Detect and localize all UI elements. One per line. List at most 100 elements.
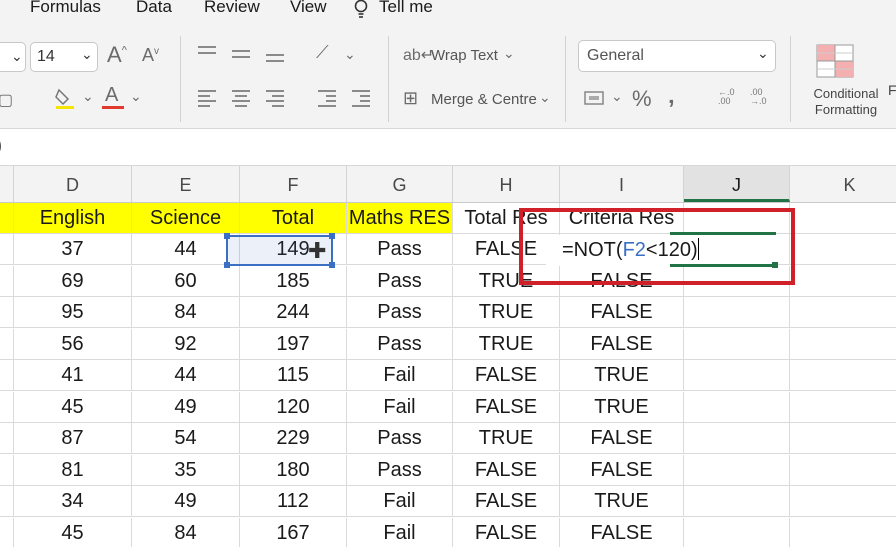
cell-j[interactable]: [684, 297, 790, 328]
currency-format-icon[interactable]: [583, 88, 607, 110]
cell-partial[interactable]: [0, 297, 14, 328]
align-center-icon[interactable]: [232, 90, 250, 107]
cell-g[interactable]: Pass: [347, 328, 453, 360]
cell-g[interactable]: Fail: [347, 360, 453, 391]
cell-k[interactable]: [790, 234, 896, 265]
menu-review[interactable]: Review: [204, 0, 260, 17]
align-left-icon[interactable]: [198, 90, 216, 107]
align-middle-icon[interactable]: [232, 50, 250, 64]
cell-i[interactable]: TRUE: [560, 360, 684, 391]
cell-e[interactable]: 49: [132, 391, 240, 423]
cell-j[interactable]: [684, 454, 790, 486]
cell-g[interactable]: Pass: [347, 297, 453, 328]
cell-h[interactable]: FALSE: [453, 517, 560, 547]
font-name-dropdown[interactable]: ⌄: [0, 42, 26, 72]
cell-k[interactable]: [790, 518, 896, 547]
font-size-dropdown[interactable]: 14 ⌄: [30, 42, 98, 72]
increase-indent-icon[interactable]: [352, 90, 370, 107]
cell-e[interactable]: 35: [132, 454, 240, 486]
cell-g[interactable]: Fail: [347, 517, 453, 547]
column-header-partial[interactable]: [0, 166, 14, 202]
cell-e[interactable]: 60: [132, 265, 240, 297]
cell-i[interactable]: FALSE: [560, 423, 684, 454]
merge-centre-button[interactable]: ⊞ Merge & Centre ⌄: [403, 88, 563, 114]
cell-g[interactable]: Pass: [347, 265, 453, 297]
column-header-h[interactable]: H: [453, 166, 560, 202]
cell-f[interactable]: 244: [240, 297, 347, 328]
increase-decimal-icon[interactable]: ←.0.00: [718, 88, 735, 106]
cell-f[interactable]: 180: [240, 454, 347, 486]
menu-view[interactable]: View: [290, 0, 327, 17]
cell-j[interactable]: [684, 391, 790, 423]
cell-f[interactable]: 112: [240, 486, 347, 517]
cell-k[interactable]: [790, 486, 896, 517]
cell-partial[interactable]: [0, 423, 14, 454]
cell-f[interactable]: 229: [240, 423, 347, 454]
chevron-down-icon[interactable]: ⌄: [344, 46, 356, 63]
align-top-icon[interactable]: [198, 46, 216, 60]
header-cell[interactable]: [790, 203, 896, 234]
cell-e[interactable]: 49: [132, 486, 240, 517]
cell-d[interactable]: 87: [14, 423, 132, 454]
cell-j[interactable]: [684, 328, 790, 360]
percent-style-icon[interactable]: %: [632, 86, 652, 112]
cell-d[interactable]: 45: [14, 517, 132, 547]
cell-d[interactable]: 45: [14, 391, 132, 423]
comma-style-icon[interactable]: ‚: [668, 82, 675, 110]
menu-formulas[interactable]: Formulas: [30, 0, 101, 17]
column-header-f[interactable]: F: [240, 166, 347, 202]
conditional-formatting-button[interactable]: Conditional Formatting: [800, 42, 890, 122]
cell-e[interactable]: 54: [132, 423, 240, 454]
cell-i[interactable]: FALSE: [560, 454, 684, 486]
cell-h[interactable]: TRUE: [453, 328, 560, 360]
fill-color-icon[interactable]: [54, 86, 76, 110]
cell-g[interactable]: Pass: [347, 234, 453, 265]
cell-e[interactable]: 84: [132, 297, 240, 328]
cell-h[interactable]: FALSE: [453, 360, 560, 391]
cell-g[interactable]: Fail: [347, 391, 453, 423]
lightbulb-icon[interactable]: [350, 0, 372, 20]
align-bottom-icon[interactable]: [266, 54, 284, 68]
cell-j[interactable]: [684, 486, 790, 517]
cell-partial[interactable]: [0, 391, 14, 423]
cell-partial[interactable]: [0, 234, 14, 265]
cell-h[interactable]: FALSE: [453, 391, 560, 423]
column-header-i[interactable]: I: [560, 166, 684, 202]
cell-e[interactable]: 44: [132, 360, 240, 391]
cell-partial[interactable]: [0, 517, 14, 547]
cell-partial[interactable]: [0, 486, 14, 517]
decrease-decimal-icon[interactable]: .00 →.0: [750, 88, 767, 106]
cell-g[interactable]: Pass: [347, 423, 453, 454]
header-cell[interactable]: English: [14, 203, 132, 234]
cell-d[interactable]: 69: [14, 265, 132, 297]
header-cell[interactable]: Total: [240, 203, 347, 234]
increase-font-size-icon[interactable]: A^: [107, 42, 127, 68]
cell-d[interactable]: 81: [14, 454, 132, 486]
spreadsheet-grid[interactable]: DEFGHIJK English Science Total Maths RES Tot…: [0, 166, 896, 547]
cell-i[interactable]: TRUE: [560, 486, 684, 517]
cell-d[interactable]: 56: [14, 328, 132, 360]
cell-f[interactable]: 115: [240, 360, 347, 391]
formula-bar[interactable]: ): [0, 129, 896, 166]
cell-d[interactable]: 37: [14, 234, 132, 265]
decrease-indent-icon[interactable]: [318, 90, 336, 107]
format-as-table-stub[interactable]: F: [888, 82, 896, 98]
cell-k[interactable]: [790, 455, 896, 486]
number-format-dropdown[interactable]: General ⌄: [578, 40, 776, 72]
cell-i[interactable]: FALSE: [560, 517, 684, 547]
cell-j[interactable]: [684, 517, 790, 547]
cell-k[interactable]: [790, 329, 896, 360]
cell-k[interactable]: [790, 297, 896, 328]
column-header-d[interactable]: D: [14, 166, 132, 202]
cell-e[interactable]: 84: [132, 517, 240, 547]
decrease-font-size-icon[interactable]: Av: [142, 45, 159, 66]
cell-partial[interactable]: [0, 203, 14, 234]
cell-i[interactable]: FALSE: [560, 297, 684, 328]
cell-h[interactable]: FALSE: [453, 454, 560, 486]
cell-partial[interactable]: [0, 360, 14, 391]
cell-i[interactable]: TRUE: [560, 391, 684, 423]
cell-f[interactable]: 197: [240, 328, 347, 360]
cell-partial[interactable]: [0, 328, 14, 360]
cell-k[interactable]: [790, 423, 896, 454]
font-color-icon[interactable]: A: [102, 84, 124, 110]
